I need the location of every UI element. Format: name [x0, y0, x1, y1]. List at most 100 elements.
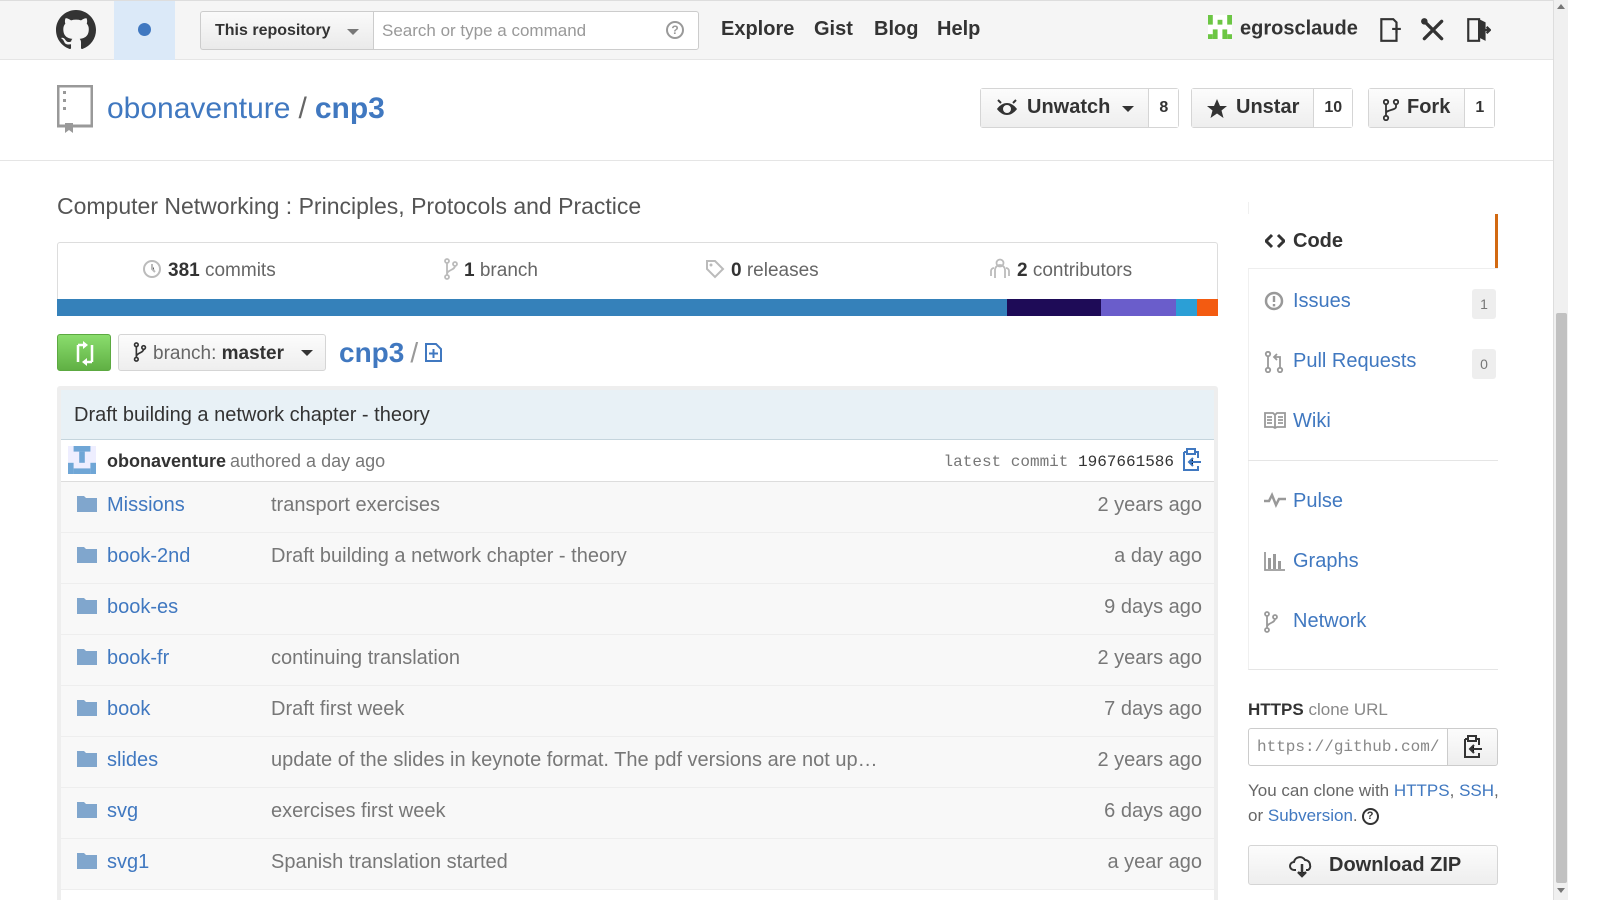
stargazers-count[interactable]: 10 — [1313, 89, 1353, 127]
clipboard-icon — [1464, 735, 1482, 758]
clone-subversion-link[interactable]: Subversion — [1268, 806, 1353, 825]
language-segment[interactable] — [1176, 299, 1198, 316]
download-zip-label: Download ZIP — [1329, 854, 1462, 876]
settings-tools-icon[interactable] — [1420, 17, 1446, 43]
latest-commit-sha: latest commit 1967661586 — [944, 453, 1174, 471]
file-name[interactable]: book — [107, 698, 150, 721]
create-new-icon[interactable] — [1377, 17, 1403, 43]
branches-link[interactable]: 1 branch — [444, 258, 538, 282]
file-age: 2 years ago — [1097, 647, 1202, 669]
nav-explore[interactable]: Explore — [721, 18, 794, 41]
language-segment[interactable] — [1100, 299, 1177, 316]
language-segment[interactable] — [57, 299, 1007, 316]
watchers-count[interactable]: 8 — [1148, 89, 1179, 127]
breadcrumb-root[interactable]: cnp3 — [339, 337, 404, 368]
sign-out-icon[interactable] — [1465, 17, 1491, 43]
nav-gist[interactable]: Gist — [814, 18, 853, 41]
file-row[interactable]: svg exercises first week 6 days ago — [61, 788, 1214, 839]
compare-icon — [76, 341, 94, 366]
network-icon — [1264, 611, 1278, 633]
commits-count: 381 — [168, 260, 200, 281]
clone-url-input[interactable] — [1248, 728, 1448, 766]
file-name[interactable]: book-es — [107, 596, 178, 619]
file-row[interactable]: book Draft first week 7 days ago — [61, 686, 1214, 737]
file-commit-message[interactable]: Draft first week — [271, 698, 881, 721]
author-avatar[interactable] — [68, 446, 96, 474]
scroll-up-arrow-icon[interactable] — [1557, 4, 1565, 9]
file-commit-message[interactable]: continuing translation — [271, 647, 881, 670]
file-age: 9 days ago — [1104, 596, 1202, 618]
branch-selector[interactable]: branch: master — [118, 334, 326, 371]
sidebar-item-network[interactable]: Network — [1248, 582, 1498, 642]
language-bar[interactable] — [57, 299, 1218, 316]
commits-link[interactable]: 381 commits — [142, 259, 276, 282]
file-row[interactable]: book-es 9 days ago — [61, 584, 1214, 635]
copy-clone-url-button[interactable] — [1447, 728, 1498, 766]
forks-count[interactable]: 1 — [1464, 89, 1495, 127]
releases-link[interactable]: 0 releases — [705, 259, 819, 282]
history-icon — [143, 259, 161, 278]
download-zip-button[interactable]: Download ZIP — [1248, 845, 1498, 885]
compare-button[interactable] — [57, 334, 111, 371]
unstar-button[interactable]: Unstar — [1192, 89, 1314, 127]
sidebar-item-code[interactable]: Code — [1248, 214, 1498, 268]
help-icon[interactable]: ? — [1361, 808, 1379, 826]
latest-commit-title[interactable]: Draft building a network chapter - theor… — [61, 390, 1214, 440]
nav-blog[interactable]: Blog — [874, 18, 918, 41]
scroll-down-arrow-icon[interactable] — [1557, 888, 1565, 893]
caret-down-icon — [347, 29, 359, 35]
file-name[interactable]: Missions — [107, 494, 185, 517]
file-age: 7 days ago — [1104, 698, 1202, 720]
nav-help[interactable]: Help — [937, 18, 980, 41]
user-menu[interactable]: egrosclaude — [1208, 15, 1358, 45]
help-icon[interactable]: ? — [666, 21, 684, 39]
repo-summary: 381 commits 1 branch 0 releases 2 contri… — [57, 242, 1218, 300]
fork-label: Fork — [1407, 96, 1451, 118]
sidebar-item-issues[interactable]: Issues 1 — [1248, 262, 1498, 322]
file-commit-message[interactable]: Spanish translation started — [271, 851, 881, 874]
unwatch-button[interactable]: Unwatch — [981, 89, 1149, 127]
search-input[interactable] — [373, 11, 699, 50]
commit-author[interactable]: obonaventure — [107, 451, 226, 472]
clone-help-comma: , — [1449, 781, 1455, 800]
file-row[interactable]: book-fr continuing translation 2 years a… — [61, 635, 1214, 686]
file-name[interactable]: book-fr — [107, 647, 169, 670]
issues-count: 1 — [1472, 289, 1496, 319]
sidebar-item-pull-requests[interactable]: Pull Requests 0 — [1248, 322, 1498, 382]
clone-ssh-link[interactable]: SSH — [1459, 781, 1494, 800]
language-segment[interactable] — [1006, 299, 1101, 316]
file-name[interactable]: svg — [107, 800, 138, 823]
repo-owner-link[interactable]: obonaventure — [107, 92, 291, 125]
file-commit-message[interactable]: exercises first week — [271, 800, 881, 823]
notifications-button[interactable] — [114, 1, 175, 60]
github-logo-icon[interactable] — [56, 10, 96, 50]
new-file-icon[interactable] — [424, 343, 443, 362]
sidebar-item-wiki[interactable]: Wiki — [1248, 382, 1498, 442]
file-age: 6 days ago — [1104, 800, 1202, 822]
commit-sha-link[interactable]: 1967661586 — [1078, 453, 1174, 471]
file-row[interactable]: svg1 Spanish translation started a year … — [61, 839, 1214, 890]
file-row[interactable]: Missions transport exercises 2 years ago — [61, 482, 1214, 533]
sidebar-label-graphs: Graphs — [1293, 550, 1359, 572]
file-name[interactable]: svg1 — [107, 851, 149, 874]
scrollbar-thumb[interactable] — [1556, 313, 1567, 883]
search-scope-dropdown[interactable]: This repository — [200, 11, 374, 50]
file-row[interactable]: book-2nd Draft building a network chapte… — [61, 533, 1214, 584]
fork-button[interactable]: Fork — [1369, 89, 1465, 127]
file-age: 2 years ago — [1097, 494, 1202, 516]
clipboard-icon[interactable] — [1180, 448, 1202, 472]
sidebar-item-graphs[interactable]: Graphs — [1248, 522, 1498, 582]
contributors-link[interactable]: 2 contributors — [989, 258, 1132, 282]
file-commit-message[interactable]: update of the slides in keynote format. … — [271, 749, 881, 772]
clone-https-link[interactable]: HTTPS — [1394, 781, 1450, 800]
file-name[interactable]: book-2nd — [107, 545, 190, 568]
repo-name-link[interactable]: cnp3 — [315, 92, 385, 125]
file-commit-message[interactable]: Draft building a network chapter - theor… — [271, 545, 881, 568]
sidebar-item-pulse[interactable]: Pulse — [1248, 462, 1498, 522]
clone-help-period: . — [1352, 806, 1358, 825]
file-commit-message[interactable]: transport exercises — [271, 494, 881, 517]
language-segment[interactable] — [1197, 299, 1218, 316]
page-scrollbar[interactable] — [1553, 0, 1568, 900]
file-row[interactable]: slides update of the slides in keynote f… — [61, 737, 1214, 788]
file-name[interactable]: slides — [107, 749, 158, 772]
